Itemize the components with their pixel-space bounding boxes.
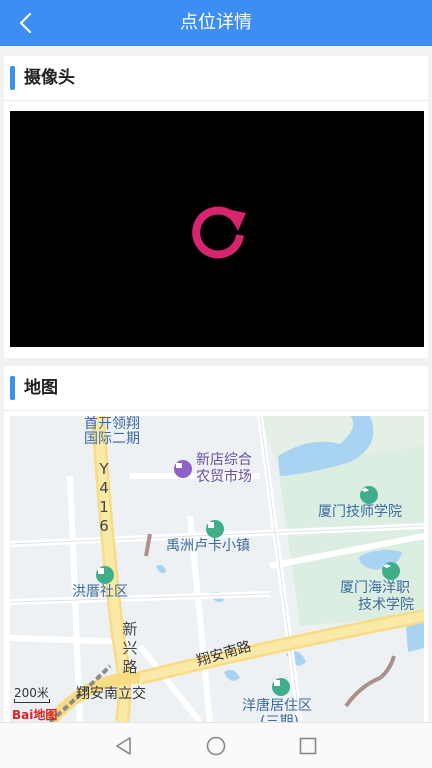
- map-label: 农贸市场: [196, 469, 252, 485]
- camera-section-header: 摄像头: [4, 56, 428, 101]
- square-recent-icon[interactable]: [296, 734, 320, 758]
- page-title: 点位详情: [180, 12, 252, 33]
- circle-home-icon[interactable]: [204, 734, 228, 758]
- market-icon: [174, 460, 192, 478]
- school-icon: [382, 562, 400, 580]
- reload-icon[interactable]: [188, 199, 250, 261]
- road-label: 翔安南立交: [76, 686, 146, 702]
- residence-icon: [272, 678, 290, 696]
- section-accent-bar: [10, 376, 15, 400]
- map-card: 地图 首开领翔 国际二期 新店综合 农贸市场 厦门技师学院 禹洲卢卡小镇 洪厝社…: [4, 366, 428, 722]
- top-app-bar: 点位详情: [0, 0, 432, 46]
- map-label: (三期): [260, 714, 299, 722]
- triangle-back-icon[interactable]: [112, 734, 136, 758]
- map-label: 新店综合: [196, 452, 252, 468]
- map-label: 洪厝社区: [72, 584, 128, 600]
- system-navigation-bar: [0, 722, 432, 768]
- camera-card: 摄像头: [4, 56, 428, 358]
- map-label: 厦门技师学院: [318, 504, 402, 520]
- map-label: 厦门海洋职: [340, 580, 410, 596]
- road-label-y416: Y416: [99, 460, 109, 535]
- map-section-title: 地图: [24, 378, 58, 398]
- road-label-xinxing: 新兴路: [122, 620, 138, 676]
- community-icon: [96, 566, 114, 584]
- camera-section-title: 摄像头: [24, 68, 75, 88]
- map-scale-bar: [14, 699, 50, 703]
- map-label: 禹洲卢卡小镇: [166, 538, 250, 554]
- map-label: 技术学院: [358, 597, 414, 613]
- map-view[interactable]: 首开领翔 国际二期 新店综合 农贸市场 厦门技师学院 禹洲卢卡小镇 洪厝社区 厦…: [10, 416, 424, 722]
- school-icon: [360, 486, 378, 504]
- section-accent-bar: [10, 66, 15, 90]
- camera-video-player[interactable]: [10, 111, 424, 347]
- map-label: 洋唐居住区: [242, 698, 312, 714]
- map-label: 首开领翔: [84, 416, 140, 432]
- map-section-header: 地图: [4, 366, 428, 411]
- map-label: 国际二期: [84, 431, 140, 447]
- residence-icon: [206, 520, 224, 538]
- baidu-map-logo: Bai地图: [12, 708, 58, 722]
